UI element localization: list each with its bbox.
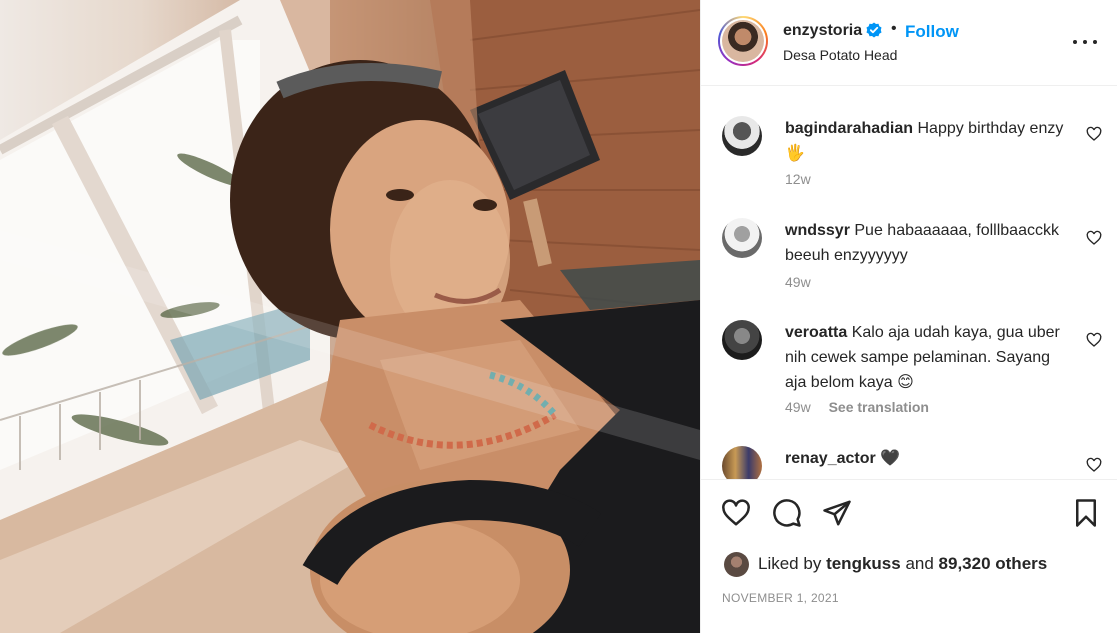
comment-username[interactable]: veroatta — [785, 324, 847, 341]
post-photo-illustration — [0, 0, 700, 633]
separator-dot: • — [891, 20, 897, 37]
follow-button[interactable]: Follow — [905, 22, 959, 42]
see-translation-link[interactable]: See translation — [829, 399, 929, 415]
liker-avatar[interactable] — [724, 552, 749, 577]
comment-username[interactable]: bagindarahadian — [785, 120, 913, 137]
comment-time[interactable]: 49w — [785, 274, 811, 290]
bookmark-icon[interactable] — [1071, 498, 1101, 528]
comment-avatar[interactable] — [722, 446, 762, 479]
heart-icon[interactable] — [721, 498, 751, 528]
comment-avatar[interactable] — [722, 320, 762, 360]
post-date[interactable]: NOVEMBER 1, 2021 — [722, 591, 839, 605]
share-icon[interactable] — [822, 498, 852, 528]
likes-summary[interactable]: Liked by tengkuss and 89,320 others — [722, 551, 1112, 579]
post-header: enzystoria • Follow Desa Potato Head — [701, 0, 1117, 86]
comment-like-heart-icon[interactable] — [1086, 332, 1102, 348]
likes-prefix: Liked by — [758, 554, 822, 573]
likes-count[interactable]: 89,320 others — [939, 554, 1048, 573]
post-photo[interactable] — [0, 0, 700, 633]
comments-list[interactable]: bagindarahadian Happy birthday enzy 🖐 12… — [701, 86, 1117, 480]
post-sidebar: enzystoria • Follow Desa Potato Head bag… — [700, 0, 1117, 633]
comment-text: 🖤 — [880, 450, 901, 467]
comment-username[interactable]: wndssyr — [785, 222, 850, 239]
comment-username[interactable]: renay_actor — [785, 450, 876, 467]
comment-icon[interactable] — [772, 498, 802, 528]
comment-time[interactable]: 12w — [785, 171, 811, 187]
avatar[interactable] — [718, 16, 768, 66]
post-location[interactable]: Desa Potato Head — [783, 47, 897, 63]
liker-username[interactable]: tengkuss — [826, 554, 901, 573]
comment-like-heart-icon[interactable] — [1086, 126, 1102, 142]
comment-like-heart-icon[interactable] — [1086, 457, 1102, 473]
verified-badge-icon — [866, 22, 882, 38]
comment-time[interactable]: 49w — [785, 399, 811, 415]
post-username[interactable]: enzystoria — [783, 22, 862, 40]
comment-avatar[interactable] — [722, 116, 762, 156]
likes-middle: and — [905, 554, 934, 573]
comment-like-heart-icon[interactable] — [1086, 230, 1102, 246]
more-options-icon[interactable] — [1073, 32, 1097, 52]
comment-avatar[interactable] — [722, 218, 762, 258]
